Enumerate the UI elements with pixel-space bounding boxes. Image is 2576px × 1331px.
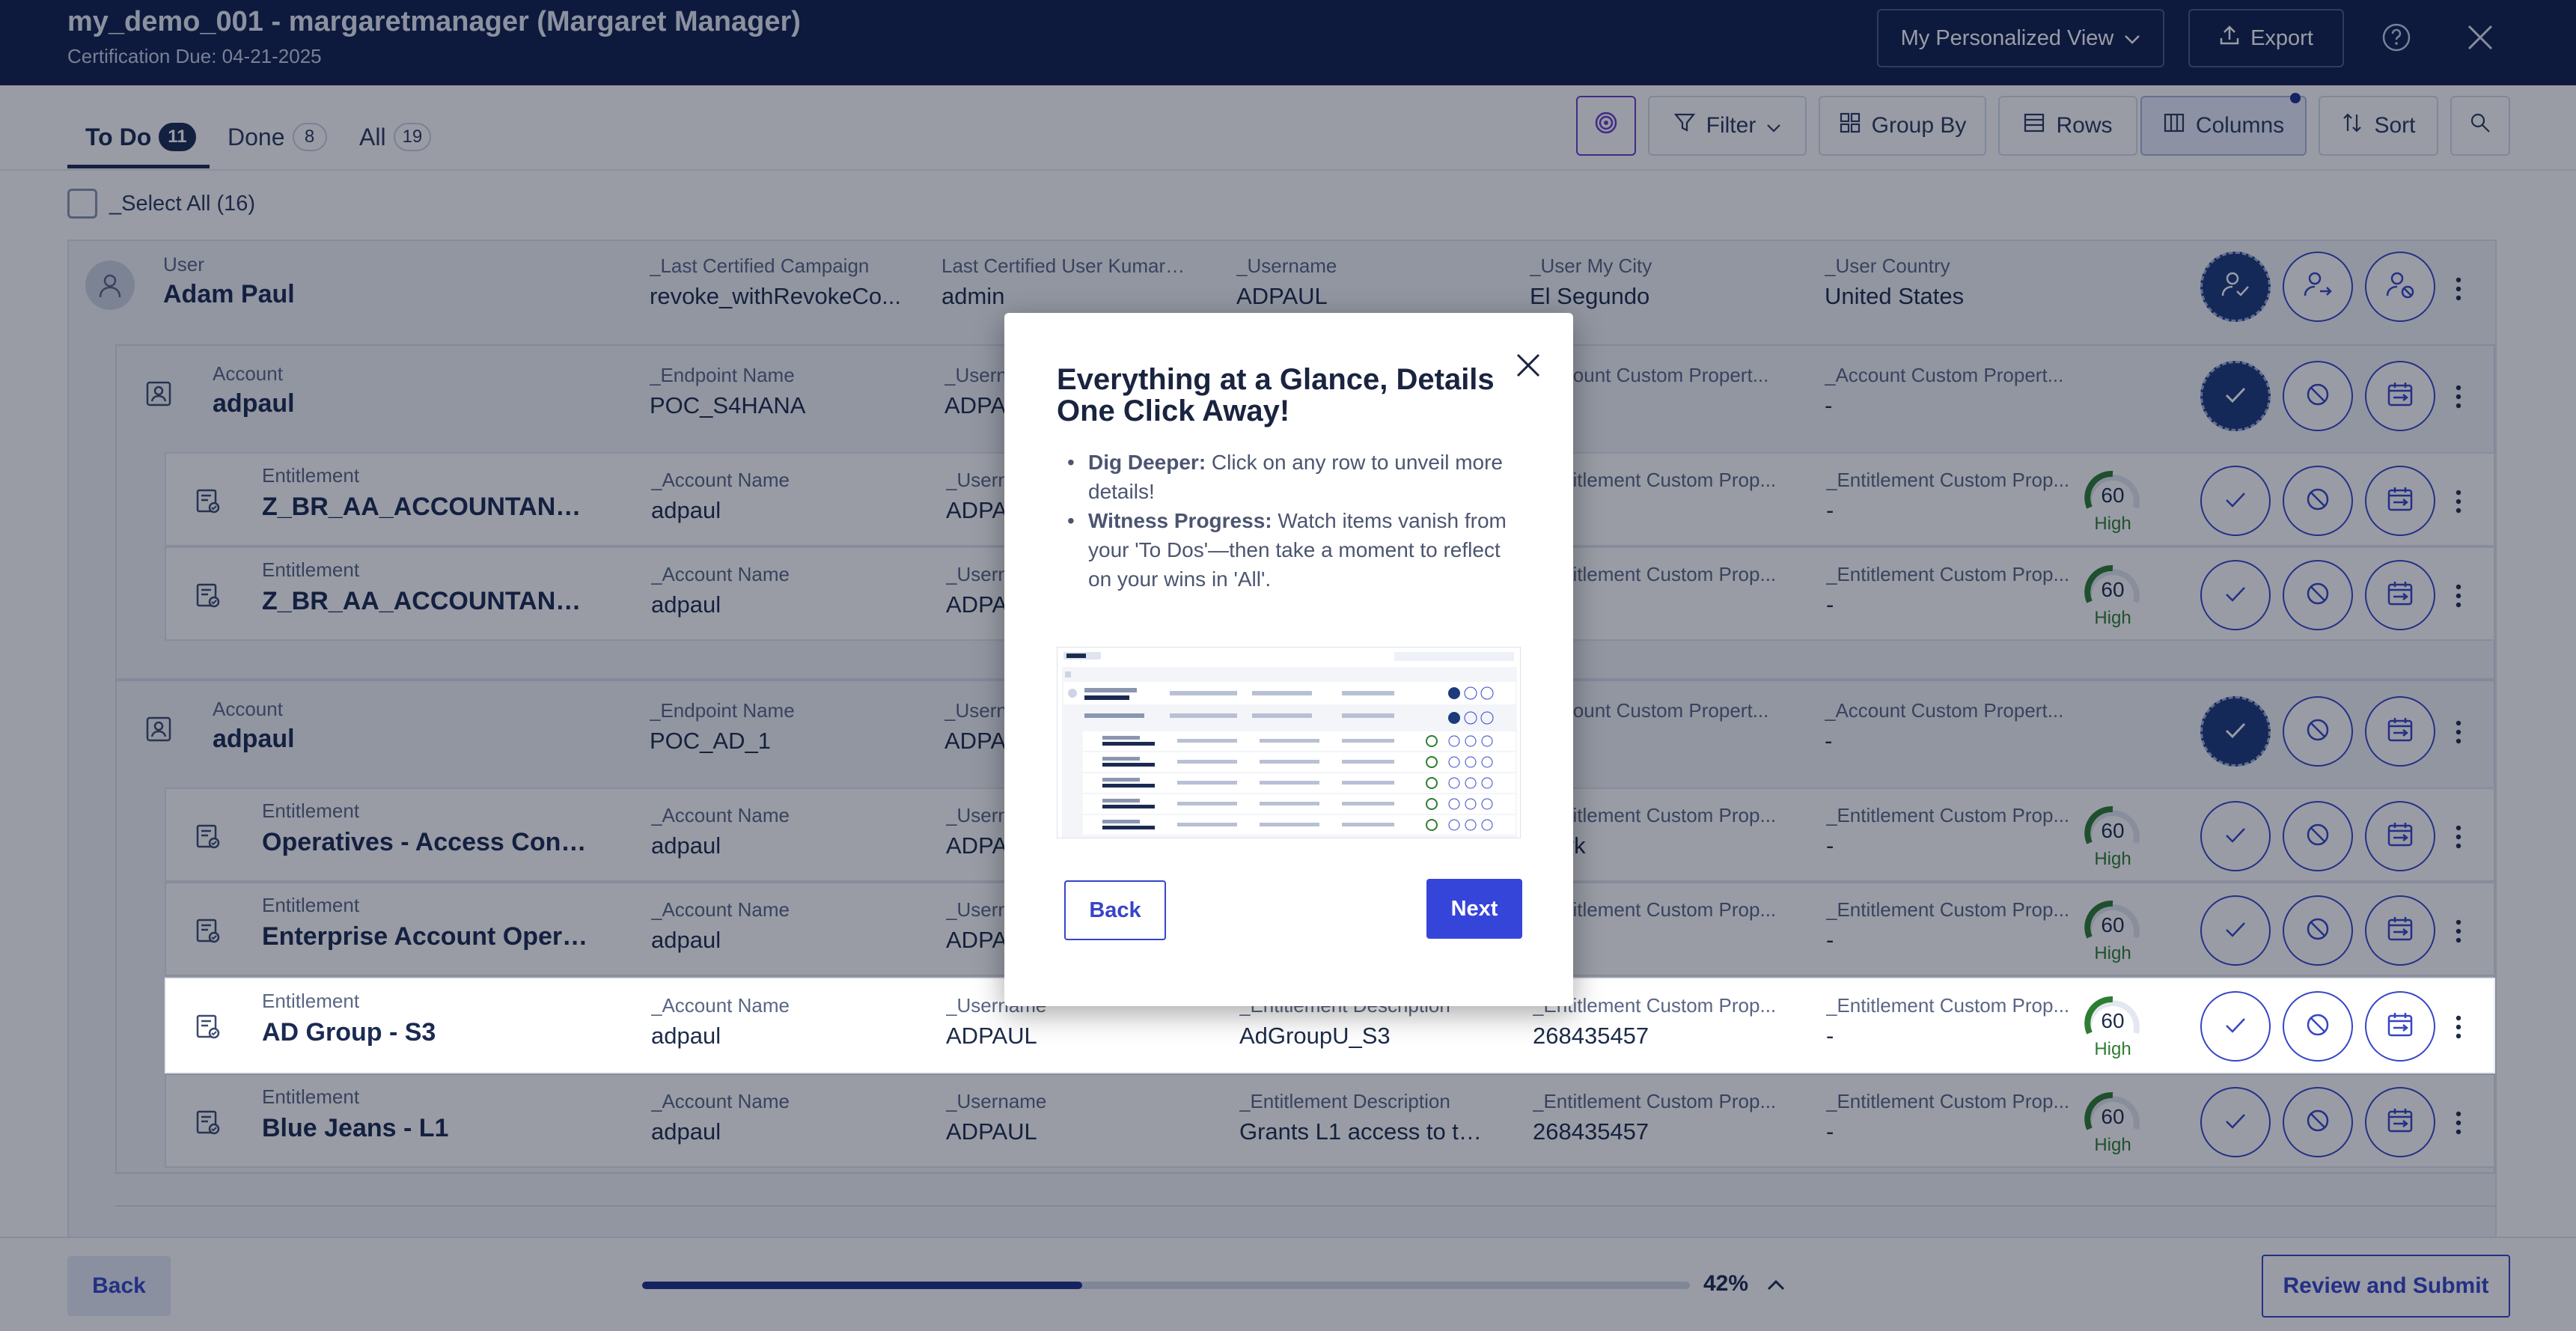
progress-percent: 42% — [1703, 1271, 1749, 1296]
col-label: _Account Name — [651, 994, 790, 1017]
chevron-up-icon[interactable] — [1763, 1273, 1789, 1298]
modal-tips: Dig Deeper: Click on any row to unveil m… — [1061, 448, 1525, 594]
preview-thumbnail — [1057, 647, 1521, 838]
close-icon[interactable] — [1510, 347, 1546, 383]
footer-back-button[interactable]: Back — [67, 1256, 171, 1316]
more-options-icon[interactable] — [2447, 1005, 2470, 1050]
review-and-submit-button[interactable]: Review and Submit — [2262, 1255, 2510, 1318]
progress-track — [642, 1282, 1690, 1289]
footer: Back 42% Review and Submit — [0, 1237, 2576, 1331]
risk-gauge: 60 High — [2079, 990, 2146, 1065]
schedule-entitlement-button[interactable] — [2365, 991, 2435, 1062]
entitlement-name: AD Group - S3 — [262, 1018, 436, 1047]
certify-entitlement-button[interactable] — [2200, 991, 2271, 1062]
revoke-entitlement-button[interactable] — [2283, 991, 2353, 1062]
block-icon — [2303, 1010, 2333, 1044]
calendar-icon — [2385, 1010, 2415, 1044]
col-label: _Entitlement Custom Prop... — [1826, 994, 2070, 1017]
risk-level: High — [2094, 1039, 2131, 1059]
modal-next-button[interactable]: Next — [1426, 879, 1522, 939]
tip-heading: Dig Deeper: — [1088, 451, 1206, 474]
col-value: AdGroupU_S3 — [1239, 1023, 1391, 1049]
modal-back-button[interactable]: Back — [1064, 880, 1166, 940]
progress-fill — [642, 1282, 1082, 1289]
tip-heading: Witness Progress: — [1088, 509, 1272, 532]
risk-score: 60 — [2101, 1009, 2125, 1032]
col-value: - — [1826, 1023, 1834, 1049]
entitlement-icon — [193, 1012, 223, 1046]
onboarding-modal: Everything at a Glance, Details One Clic… — [1004, 313, 1573, 1006]
col-value: ADPAUL — [946, 1023, 1037, 1049]
check-icon — [2221, 1010, 2250, 1044]
modal-title: Everything at a Glance, Details One Clic… — [1057, 363, 1495, 427]
row-type-label: Entitlement — [262, 990, 360, 1012]
modal-tip: Dig Deeper: Click on any row to unveil m… — [1061, 448, 1525, 506]
col-value: adpaul — [651, 1023, 721, 1049]
col-value: 268435457 — [1533, 1023, 1649, 1049]
modal-tip: Witness Progress: Watch items vanish fro… — [1061, 506, 1525, 594]
